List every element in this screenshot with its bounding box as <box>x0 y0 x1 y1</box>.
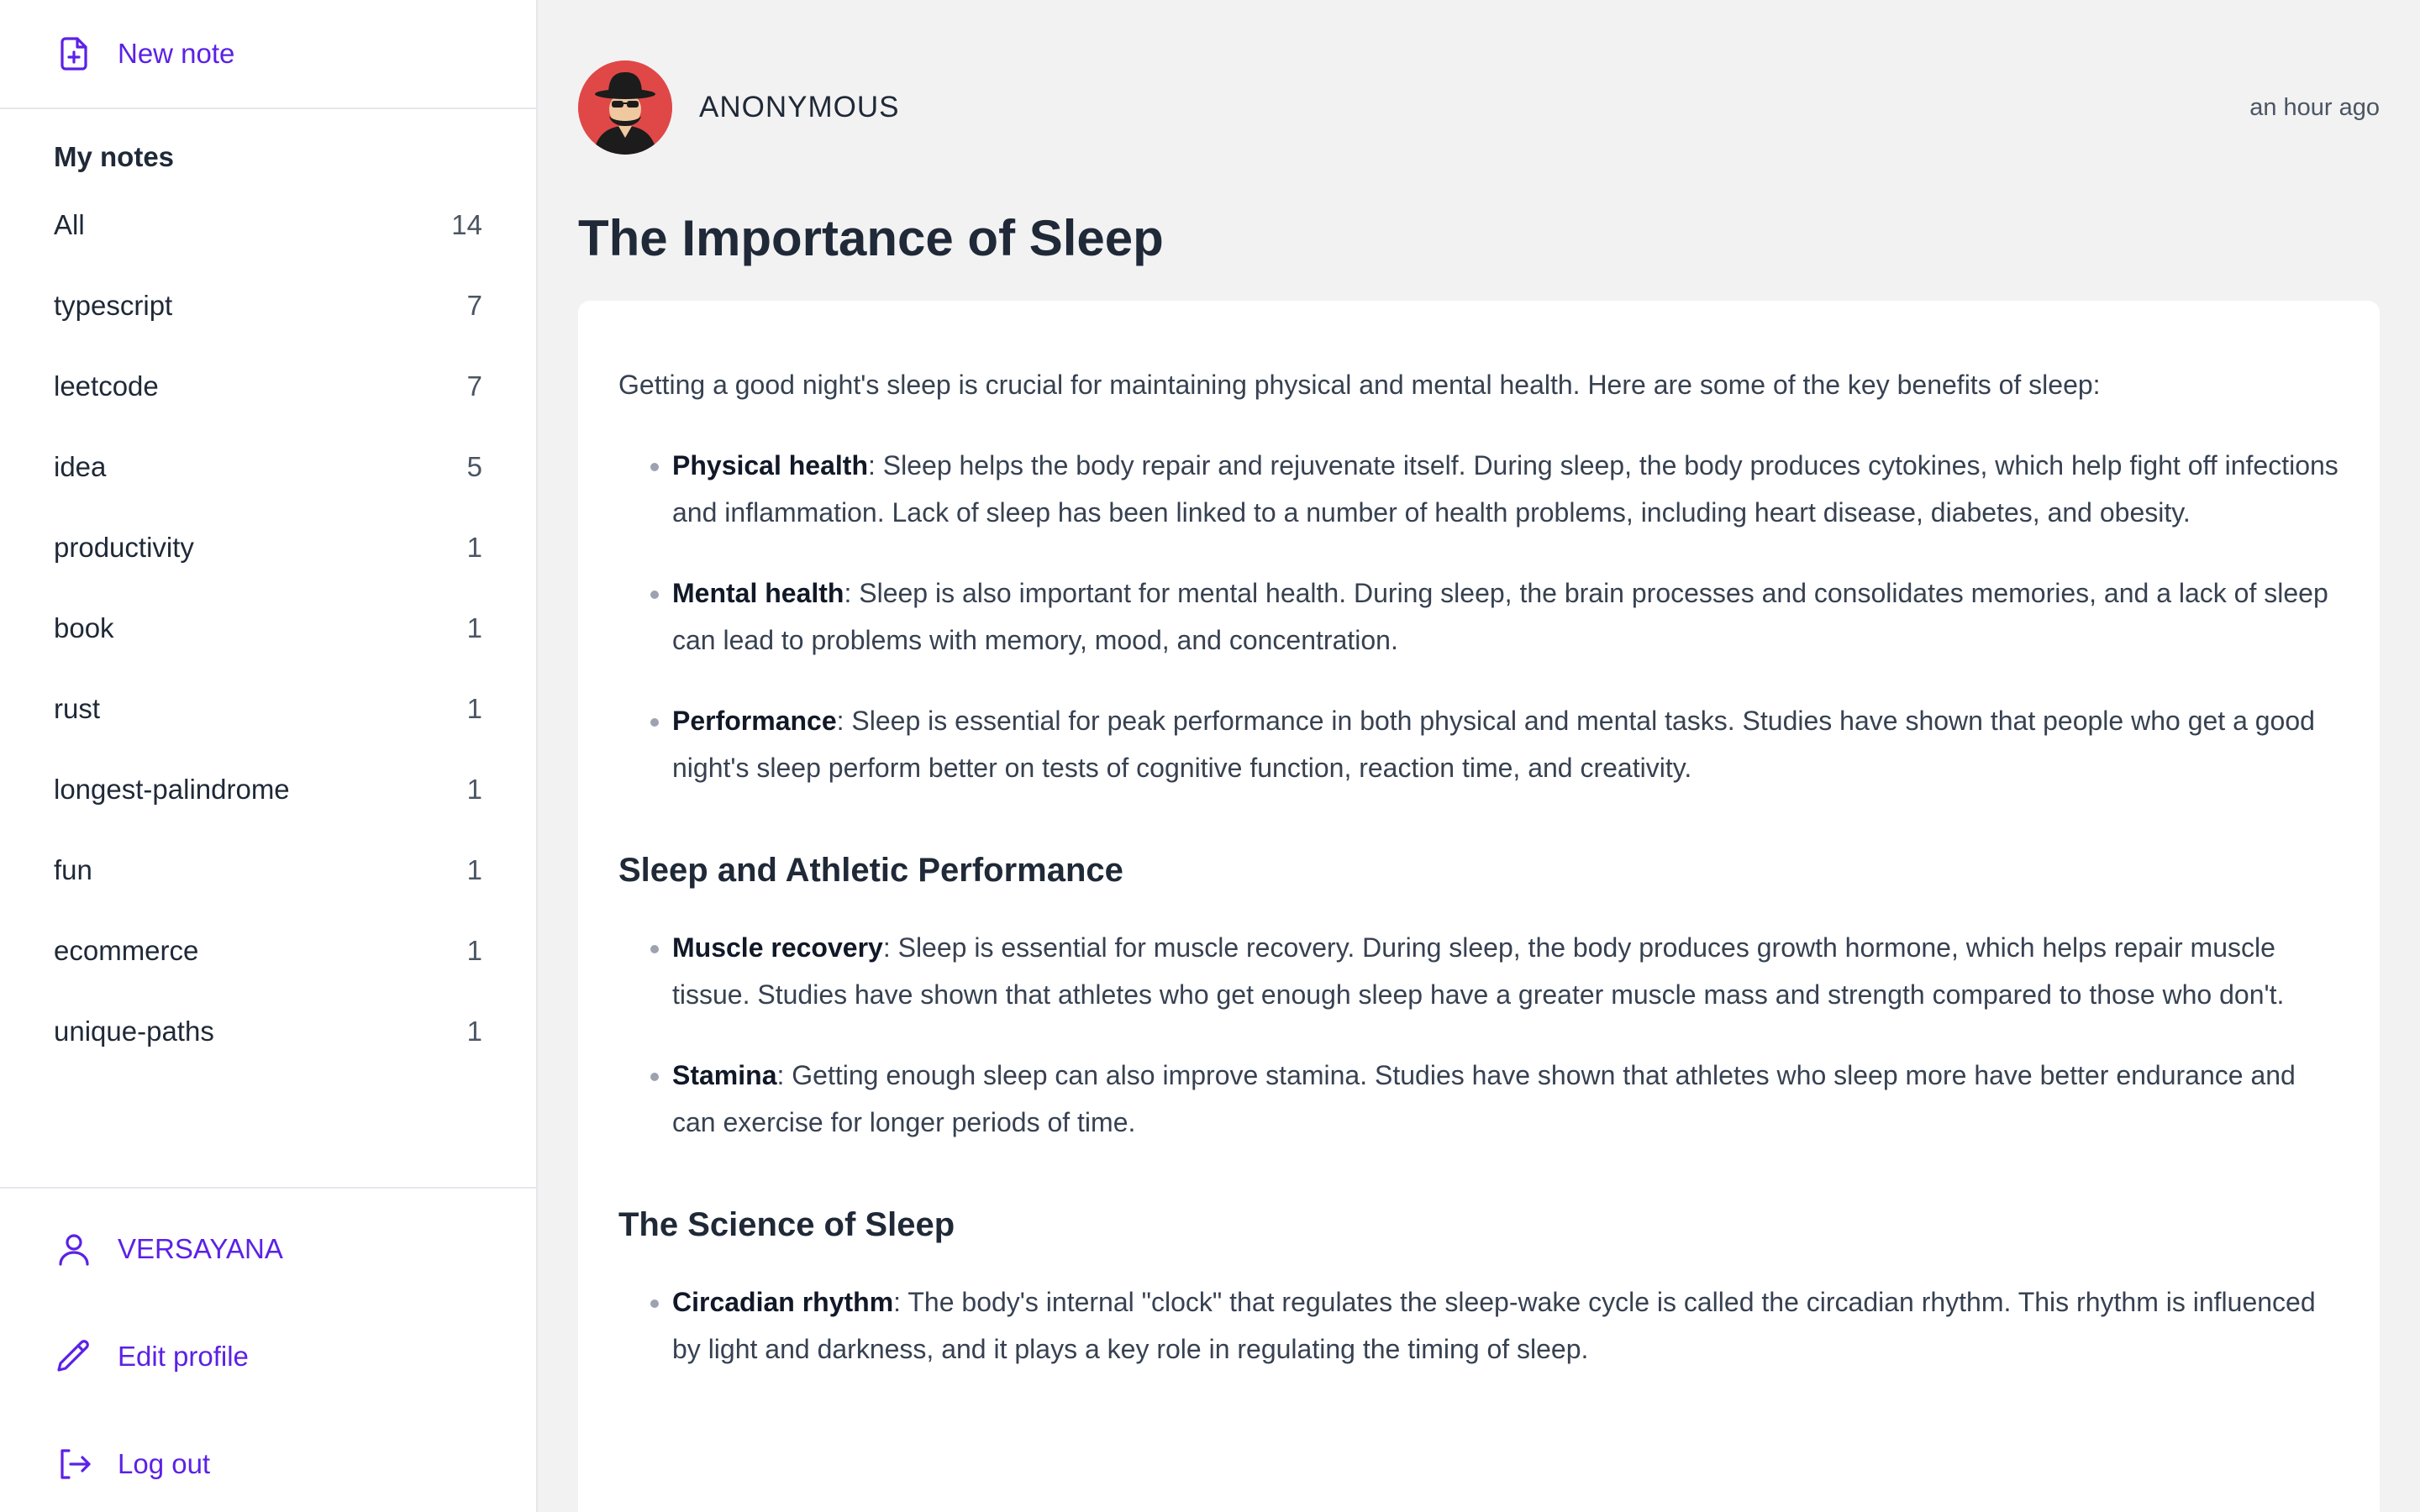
tag-item-all[interactable]: All 14 <box>54 185 482 265</box>
user-icon <box>59 1234 89 1266</box>
tag-count: 7 <box>466 290 482 321</box>
list-item-text: : Getting enough sleep can also improve … <box>672 1060 2296 1137</box>
list-item-term: Muscle recovery <box>672 932 883 963</box>
science-list: Circadian rhythm: The body's internal "c… <box>618 1278 2339 1373</box>
note-header: ANONYMOUS an hour ago <box>578 59 2380 156</box>
tag-item-idea[interactable]: idea 5 <box>54 427 482 507</box>
list-item: Mental health: Sleep is also important f… <box>672 570 2339 664</box>
tag-count: 1 <box>466 854 482 885</box>
logout-label: Log out <box>118 1448 211 1479</box>
tag-item-unique-paths[interactable]: unique-paths 1 <box>54 991 482 1072</box>
edit-profile-label: Edit profile <box>118 1341 249 1372</box>
sidebar: New note My notes All 14 typescript 7 leet… <box>0 0 538 1512</box>
author-name: ANONYMOUS <box>699 91 900 123</box>
tag-label: ecommerce <box>54 935 199 966</box>
tag-item-rust[interactable]: rust 1 <box>54 669 482 749</box>
tag-item-leetcode[interactable]: leetcode 7 <box>54 346 482 427</box>
logout-icon <box>60 1449 91 1479</box>
list-item-text: : The body's internal "clock" that regul… <box>672 1287 2316 1364</box>
tag-label: longest-palindrome <box>54 774 290 805</box>
app-root: New note My notes All 14 typescript 7 leet… <box>0 0 2420 1512</box>
tag-count: 1 <box>466 935 482 966</box>
sidebar-footer: VERSAYANA Edit profile Log out <box>0 1187 536 1512</box>
note-content: Getting a good night's sleep is crucial … <box>578 301 2380 1512</box>
tag-count: 1 <box>466 693 482 724</box>
new-note-label: New note <box>118 38 235 69</box>
anonymous-avatar-icon <box>578 60 672 155</box>
tag-count: 1 <box>466 1016 482 1047</box>
tag-count: 1 <box>466 774 482 805</box>
list-item-text: : Sleep is also important for mental hea… <box>672 578 2328 655</box>
benefits-list: Physical health: Sleep helps the body re… <box>618 442 2339 791</box>
tag-list: All 14 typescript 7 leetcode 7 idea 5 produc… <box>54 185 482 1072</box>
my-notes-title: My notes <box>54 141 175 172</box>
tag-label: fun <box>54 854 92 885</box>
tag-count: 14 <box>451 209 482 240</box>
list-item-term: Performance <box>672 706 837 736</box>
list-item: Performance: Sleep is essential for peak… <box>672 697 2339 791</box>
pencil-icon <box>57 1340 89 1372</box>
list-item: Muscle recovery: Sleep is essential for … <box>672 924 2339 1018</box>
note-intro: Getting a good night's sleep is crucial … <box>618 370 2101 400</box>
section-heading: The Science of Sleep <box>618 1206 955 1243</box>
avatar <box>578 60 672 155</box>
tag-item-typescript[interactable]: typescript 7 <box>54 265 482 346</box>
sidebar-header: New note <box>0 0 536 109</box>
tag-label: unique-paths <box>54 1016 214 1047</box>
tag-count: 5 <box>466 451 482 482</box>
list-item-term: Physical health <box>672 450 868 480</box>
list-item-text: : Sleep helps the body repair and rejuve… <box>672 450 2338 528</box>
author-info: ANONYMOUS <box>578 60 899 155</box>
tag-label: book <box>54 612 114 643</box>
edit-profile-button[interactable]: Edit profile <box>54 1303 536 1410</box>
note-timestamp: an hour ago <box>2249 93 2380 121</box>
tag-count: 7 <box>466 370 482 402</box>
tag-label: idea <box>54 451 107 482</box>
list-item: Physical health: Sleep helps the body re… <box>672 442 2339 536</box>
file-plus-icon <box>60 37 87 71</box>
username-label: VERSAYANA <box>118 1233 283 1264</box>
athletic-list: Muscle recovery: Sleep is essential for … <box>618 924 2339 1146</box>
note-title: The Importance of Sleep <box>578 210 1164 266</box>
list-item-term: Stamina <box>672 1060 777 1090</box>
list-item-term: Circadian rhythm <box>672 1287 894 1317</box>
tag-label: productivity <box>54 532 194 563</box>
note-view: ANONYMOUS an hour ago The Importance of … <box>538 0 2420 1512</box>
new-note-button[interactable]: New note <box>54 34 234 74</box>
list-item-text: : Sleep is essential for muscle recovery… <box>672 932 2285 1010</box>
tag-label: All <box>54 209 85 240</box>
list-item: Circadian rhythm: The body's internal "c… <box>672 1278 2339 1373</box>
tag-item-ecommerce[interactable]: ecommerce 1 <box>54 911 482 991</box>
tag-item-productivity[interactable]: productivity 1 <box>54 507 482 588</box>
tag-count: 1 <box>466 612 482 643</box>
tag-label: typescript <box>54 290 173 321</box>
logout-button[interactable]: Log out <box>54 1410 536 1512</box>
list-item-text: : Sleep is essential for peak performanc… <box>672 706 2315 783</box>
my-notes-section: My notes All 14 typescript 7 leetcode 7 ide… <box>0 109 536 1072</box>
list-item-term: Mental health <box>672 578 844 608</box>
tag-label: rust <box>54 693 101 724</box>
tag-count: 1 <box>466 532 482 563</box>
list-item: Stamina: Getting enough sleep can also i… <box>672 1052 2339 1146</box>
section-heading: Sleep and Athletic Performance <box>618 852 1123 889</box>
tag-item-longest-palindrome[interactable]: longest-palindrome 1 <box>54 749 482 830</box>
profile-link[interactable]: VERSAYANA <box>54 1195 536 1303</box>
tag-label: leetcode <box>54 370 159 402</box>
tag-item-book[interactable]: book 1 <box>54 588 482 669</box>
tag-item-fun[interactable]: fun 1 <box>54 830 482 911</box>
